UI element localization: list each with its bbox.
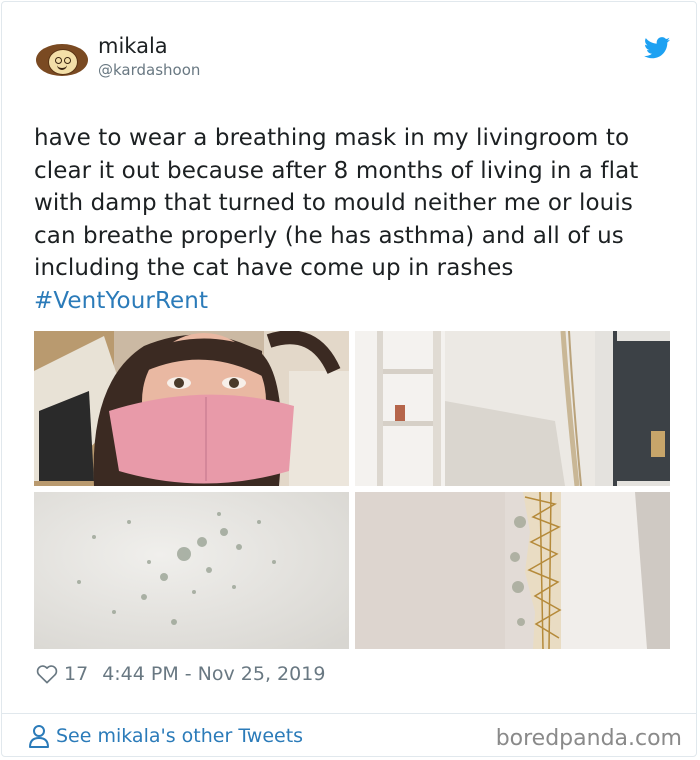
tweet-timestamp[interactable]: 4:44 PM - Nov 25, 2019: [102, 663, 325, 685]
tweet-meta: 17 4:44 PM - Nov 25, 2019: [36, 662, 325, 686]
person-icon: [29, 725, 49, 748]
see-more-tweets-link[interactable]: See mikala's other Tweets: [28, 724, 303, 748]
avatar[interactable]: [36, 44, 88, 76]
hashtag-link[interactable]: #VentYourRent: [34, 285, 674, 318]
like-count[interactable]: 17: [64, 663, 88, 685]
cracked-wall-edge-photo[interactable]: [355, 492, 670, 649]
tweet-body: have to wear a breathing mask in my livi…: [34, 125, 639, 282]
footer-divider: [2, 713, 696, 714]
twitter-bird-icon[interactable]: [644, 37, 670, 59]
source-watermark: boredpanda.com: [495, 726, 682, 751]
tweet-card: mikala @kardashoon have to wear a breath…: [1, 1, 697, 757]
mouldy-wall-with-shelves-photo[interactable]: [355, 331, 670, 486]
selfie-with-pink-mask-photo[interactable]: [34, 331, 349, 486]
media-grid: [34, 331, 670, 649]
user-handle[interactable]: @kardashoon: [98, 61, 200, 79]
see-more-label[interactable]: See mikala's other Tweets: [56, 725, 303, 747]
tweet-text: have to wear a breathing mask in my livi…: [34, 122, 674, 318]
mould-spots-on-wall-photo[interactable]: [34, 492, 349, 649]
user-name[interactable]: mikala: [98, 34, 168, 58]
heart-icon[interactable]: [36, 664, 58, 684]
